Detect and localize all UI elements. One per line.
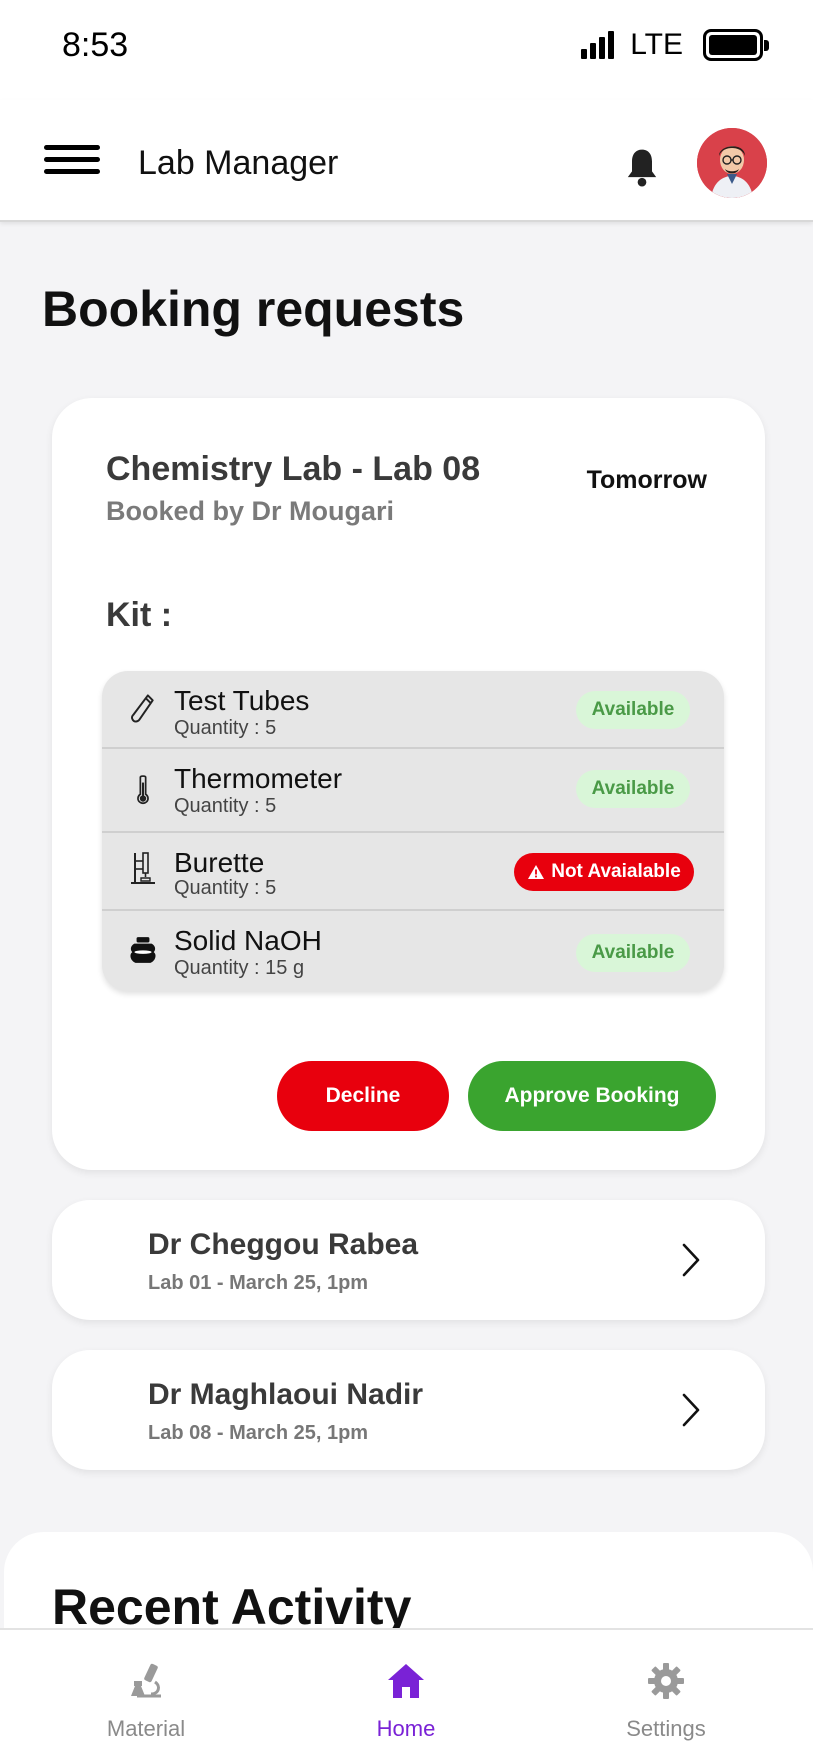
kit-item-name: Solid NaOH: [174, 925, 322, 956]
tab-label: Material: [106, 1716, 186, 1741]
status-badge: Available: [576, 770, 690, 808]
request-detail: Lab 01 - March 25, 1pm: [148, 1272, 369, 1294]
kit-item-quantity: Quantity : 5: [174, 877, 277, 899]
booked-by: Booked by Dr Mougari: [106, 496, 395, 526]
kit-list: Test Tubes Quantity : 5 Available Thermo…: [102, 671, 724, 991]
status-time: 8:53: [62, 26, 129, 64]
kit-item: Burette Quantity : 5 Not Avaialable: [102, 833, 724, 911]
request-name: Dr Cheggou Rabea: [148, 1228, 419, 1261]
network-label: LTE: [630, 28, 683, 61]
avatar[interactable]: [697, 128, 767, 198]
battery-icon: [703, 29, 769, 61]
notification-bell-icon[interactable]: [622, 146, 662, 190]
tab-settings[interactable]: Settings: [566, 1630, 766, 1759]
gear-icon: [648, 1663, 684, 1699]
status-indicators: LTE: [581, 28, 769, 62]
app-header: Lab Manager: [0, 100, 813, 222]
kit-item-quantity: Quantity : 5: [174, 795, 277, 817]
test-tube-icon: [131, 694, 154, 723]
approve-booking-button[interactable]: Approve Booking: [468, 1061, 716, 1131]
tab-home[interactable]: Home: [306, 1630, 506, 1759]
kit-item: Solid NaOH Quantity : 15 g Available: [102, 911, 724, 991]
chevron-right-icon: [682, 1393, 700, 1427]
kit-item-name: Test Tubes: [174, 685, 310, 716]
menu-icon[interactable]: [44, 145, 100, 177]
lab-title: Chemistry Lab - Lab 08: [106, 450, 481, 488]
kit-item-quantity: Quantity : 5: [174, 717, 277, 739]
kit-item: Test Tubes Quantity : 5 Available: [102, 671, 724, 749]
bottom-tab-bar: Material Home Settings: [0, 1628, 813, 1759]
request-list-item[interactable]: Dr Cheggou Rabea Lab 01 - March 25, 1pm: [52, 1200, 765, 1320]
tab-material[interactable]: Material: [46, 1630, 246, 1759]
request-name: Dr Maghlaoui Nadir: [148, 1378, 424, 1411]
kit-item: Thermometer Quantity : 5 Available: [102, 749, 724, 833]
kit-item-name: Thermometer: [174, 763, 343, 794]
kit-item-quantity: Quantity : 15 g: [174, 957, 305, 979]
warning-icon: [528, 865, 545, 879]
burette-icon: [131, 852, 155, 884]
status-badge-unavailable: Not Avaialable: [514, 853, 694, 891]
chemical-jar-icon: [130, 937, 156, 963]
decline-button[interactable]: Decline: [277, 1061, 449, 1131]
status-badge: Available: [576, 691, 690, 729]
thermometer-icon: [137, 775, 149, 805]
app-title: Lab Manager: [138, 144, 339, 182]
signal-icon: [581, 31, 615, 59]
tab-label: Settings: [626, 1716, 706, 1741]
microscope-icon: [131, 1663, 161, 1698]
status-badge: Available: [576, 934, 690, 972]
booking-request-card: Chemistry Lab - Lab 08 Booked by Dr Moug…: [52, 398, 765, 1170]
booking-date: Tomorrow: [586, 466, 707, 494]
request-detail: Lab 08 - March 25, 1pm: [148, 1422, 369, 1444]
tab-label: Home: [376, 1716, 436, 1741]
status-bar: 8:53 LTE: [0, 0, 813, 100]
status-badge-label: Not Avaialable: [551, 861, 681, 882]
kit-label: Kit :: [106, 596, 173, 634]
request-list-item[interactable]: Dr Maghlaoui Nadir Lab 08 - March 25, 1p…: [52, 1350, 765, 1470]
page-title: Booking requests: [42, 281, 465, 337]
kit-item-name: Burette: [174, 847, 265, 878]
home-icon: [388, 1664, 424, 1698]
chevron-right-icon: [682, 1243, 700, 1277]
